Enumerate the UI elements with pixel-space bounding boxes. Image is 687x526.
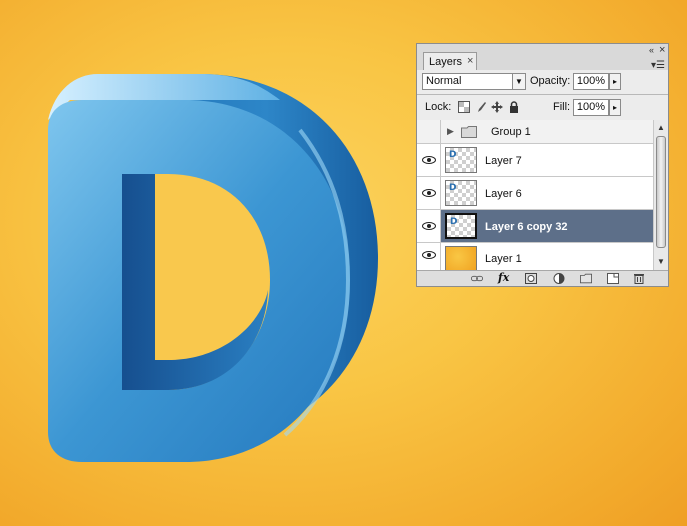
new-layer-icon[interactable] [607,273,619,284]
layer-name: Layer 7 [485,155,522,167]
visibility-toggle[interactable] [417,210,441,242]
scroll-down-icon[interactable]: ▼ [657,257,665,266]
lock-image-pixels-icon[interactable] [475,101,487,113]
new-group-folder-icon[interactable] [580,273,592,284]
lock-all-icon[interactable] [508,101,520,113]
folder-icon [461,126,477,138]
eye-icon [422,189,436,197]
layers-bottom-toolbar: fx [417,270,668,286]
fill-slider-arrow-icon[interactable]: ▸ [609,99,621,116]
thumbnail-letter: D [449,150,457,160]
eye-icon [422,251,436,259]
layers-scrollbar[interactable]: ▲ ▼ [653,120,668,270]
thumbnail-letter: D [450,217,458,227]
layer-row-group-1[interactable]: ▶ Group 1 [417,120,653,144]
blend-mode-select[interactable]: Normal ▼ [422,73,526,90]
tab-label: Layers [429,55,463,68]
panel-header: Layers × « × ▾☰ [417,44,668,71]
layer-style-fx-icon[interactable]: fx [498,271,509,284]
lock-row: Lock: Fill: 100% ▸ [417,94,668,120]
collapse-icon[interactable]: « [649,46,654,55]
layer-thumbnail: D [445,180,477,206]
opacity-slider-arrow-icon[interactable]: ▸ [609,73,621,90]
layer-thumbnail: D [445,147,477,173]
chevron-down-icon: ▼ [512,74,525,89]
opacity-label: Opacity: [530,75,571,87]
visibility-toggle[interactable] [417,243,441,270]
tab-close-icon[interactable]: × [467,56,473,67]
layer-name: Group 1 [491,126,531,138]
lock-label: Lock: [425,101,452,113]
layer-mask-icon[interactable] [525,273,537,284]
blend-row: Normal ▼ Opacity: 100% ▸ [417,70,668,94]
eye-icon [422,156,436,164]
trash-icon[interactable] [633,273,645,284]
layer-row-layer-6[interactable]: D Layer 6 [417,177,653,210]
adjustment-layer-icon[interactable] [553,273,565,284]
opacity-input[interactable]: 100% [573,73,609,90]
link-layers-icon[interactable] [471,273,483,284]
layer-row-layer-6-copy-32[interactable]: D Layer 6 copy 32 [417,210,653,243]
lock-position-icon[interactable] [491,101,503,113]
tab-layers[interactable]: Layers × [423,52,477,70]
lock-transparent-pixels-icon[interactable] [458,101,470,113]
layers-list: ▶ Group 1 D Layer 7 D Layer 6 D Layer 6 … [417,120,653,270]
layer-thumbnail [445,246,477,270]
blend-mode-value: Normal [426,75,462,87]
layer-name: Layer 6 [485,188,522,200]
panel-close-icon[interactable]: × [659,45,665,56]
eye-icon [422,222,436,230]
layer-thumbnail: D [445,213,477,239]
scroll-thumb[interactable] [656,136,666,248]
fill-input[interactable]: 100% [573,99,609,116]
fill-label: Fill: [553,101,571,113]
visibility-toggle[interactable] [417,177,441,209]
disclosure-triangle-icon[interactable]: ▶ [447,126,454,137]
visibility-toggle[interactable] [417,120,441,143]
layer-row-layer-1[interactable]: Layer 1 [417,243,653,270]
layers-panel: Layers × « × ▾☰ Normal ▼ Opacity: 100% ▸… [416,43,669,287]
layer-name: Layer 6 copy 32 [485,221,568,233]
thumbnail-letter: D [449,183,457,193]
scroll-up-icon[interactable]: ▲ [657,123,665,132]
layer-name: Layer 1 [485,253,522,265]
visibility-toggle[interactable] [417,144,441,176]
layer-row-layer-7[interactable]: D Layer 7 [417,144,653,177]
